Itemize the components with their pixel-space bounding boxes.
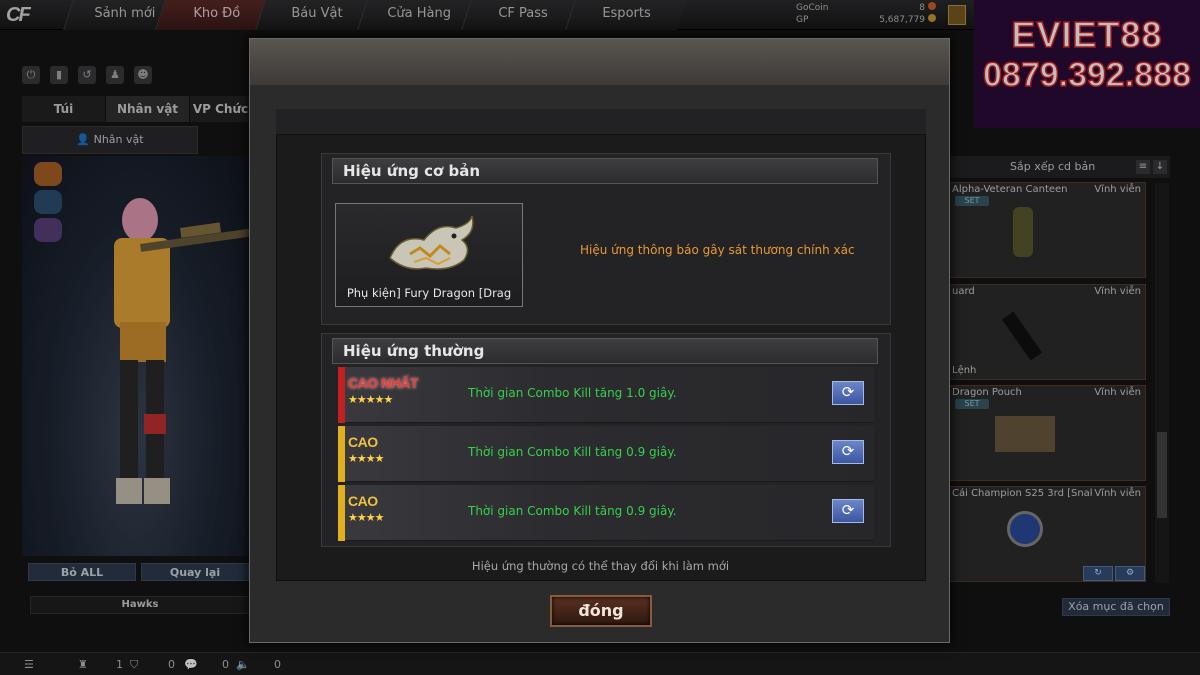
refresh-effect-button[interactable]: ⟳ (832, 499, 864, 523)
effect-description: Thời gian Combo Kill tăng 0.9 giây. (468, 445, 677, 459)
rank-label: CAO NHẤT (348, 375, 418, 391)
refresh-effect-button[interactable]: ⟳ (832, 381, 864, 405)
dragon-item-icon (389, 215, 474, 270)
footer-note: Hiệu ứng thường có thể thay đổi khi làm … (471, 559, 730, 573)
dialog-header (250, 39, 949, 85)
rank-stars: ★★★★ (348, 452, 384, 465)
dialog-content-header (276, 109, 926, 135)
rank-flag (338, 485, 345, 541)
item-card: Phụ kiện] Fury Dragon [Drag (335, 203, 523, 307)
basic-effect-title: Hiệu ứng cơ bản (332, 158, 878, 184)
refresh-effect-button[interactable]: ⟳ (832, 440, 864, 464)
normal-effect-title: Hiệu ứng thường (332, 338, 878, 364)
rank-stars: ★★★★ (348, 511, 384, 524)
rank-flag (338, 426, 345, 482)
effect-row: CAO NHẤT ★★★★★ Thời gian Combo Kill tăng… (338, 367, 874, 423)
refresh-icon: ⟳ (841, 501, 855, 519)
refresh-icon: ⟳ (841, 442, 855, 460)
rank-label: CAO (348, 493, 378, 509)
rank-stars: ★★★★★ (348, 393, 393, 406)
close-button[interactable]: đóng (550, 595, 652, 627)
rank-label: CAO (348, 434, 378, 450)
item-name: Phụ kiện] Fury Dragon [Drag (346, 286, 512, 300)
effect-info-dialog: Hiệu ứng cơ bản Phụ kiện] Fury Dragon [D… (249, 38, 950, 643)
effect-row: CAO ★★★★ Thời gian Combo Kill tăng 0.9 g… (338, 485, 874, 541)
basic-effect-description: Hiệu ứng thông báo gây sát thương chính … (580, 243, 855, 257)
effect-description: Thời gian Combo Kill tăng 1.0 giây. (468, 386, 677, 400)
refresh-icon: ⟳ (841, 383, 855, 401)
effect-description: Thời gian Combo Kill tăng 0.9 giây. (468, 504, 677, 518)
effect-row: CAO ★★★★ Thời gian Combo Kill tăng 0.9 g… (338, 426, 874, 482)
rank-flag (338, 367, 345, 423)
